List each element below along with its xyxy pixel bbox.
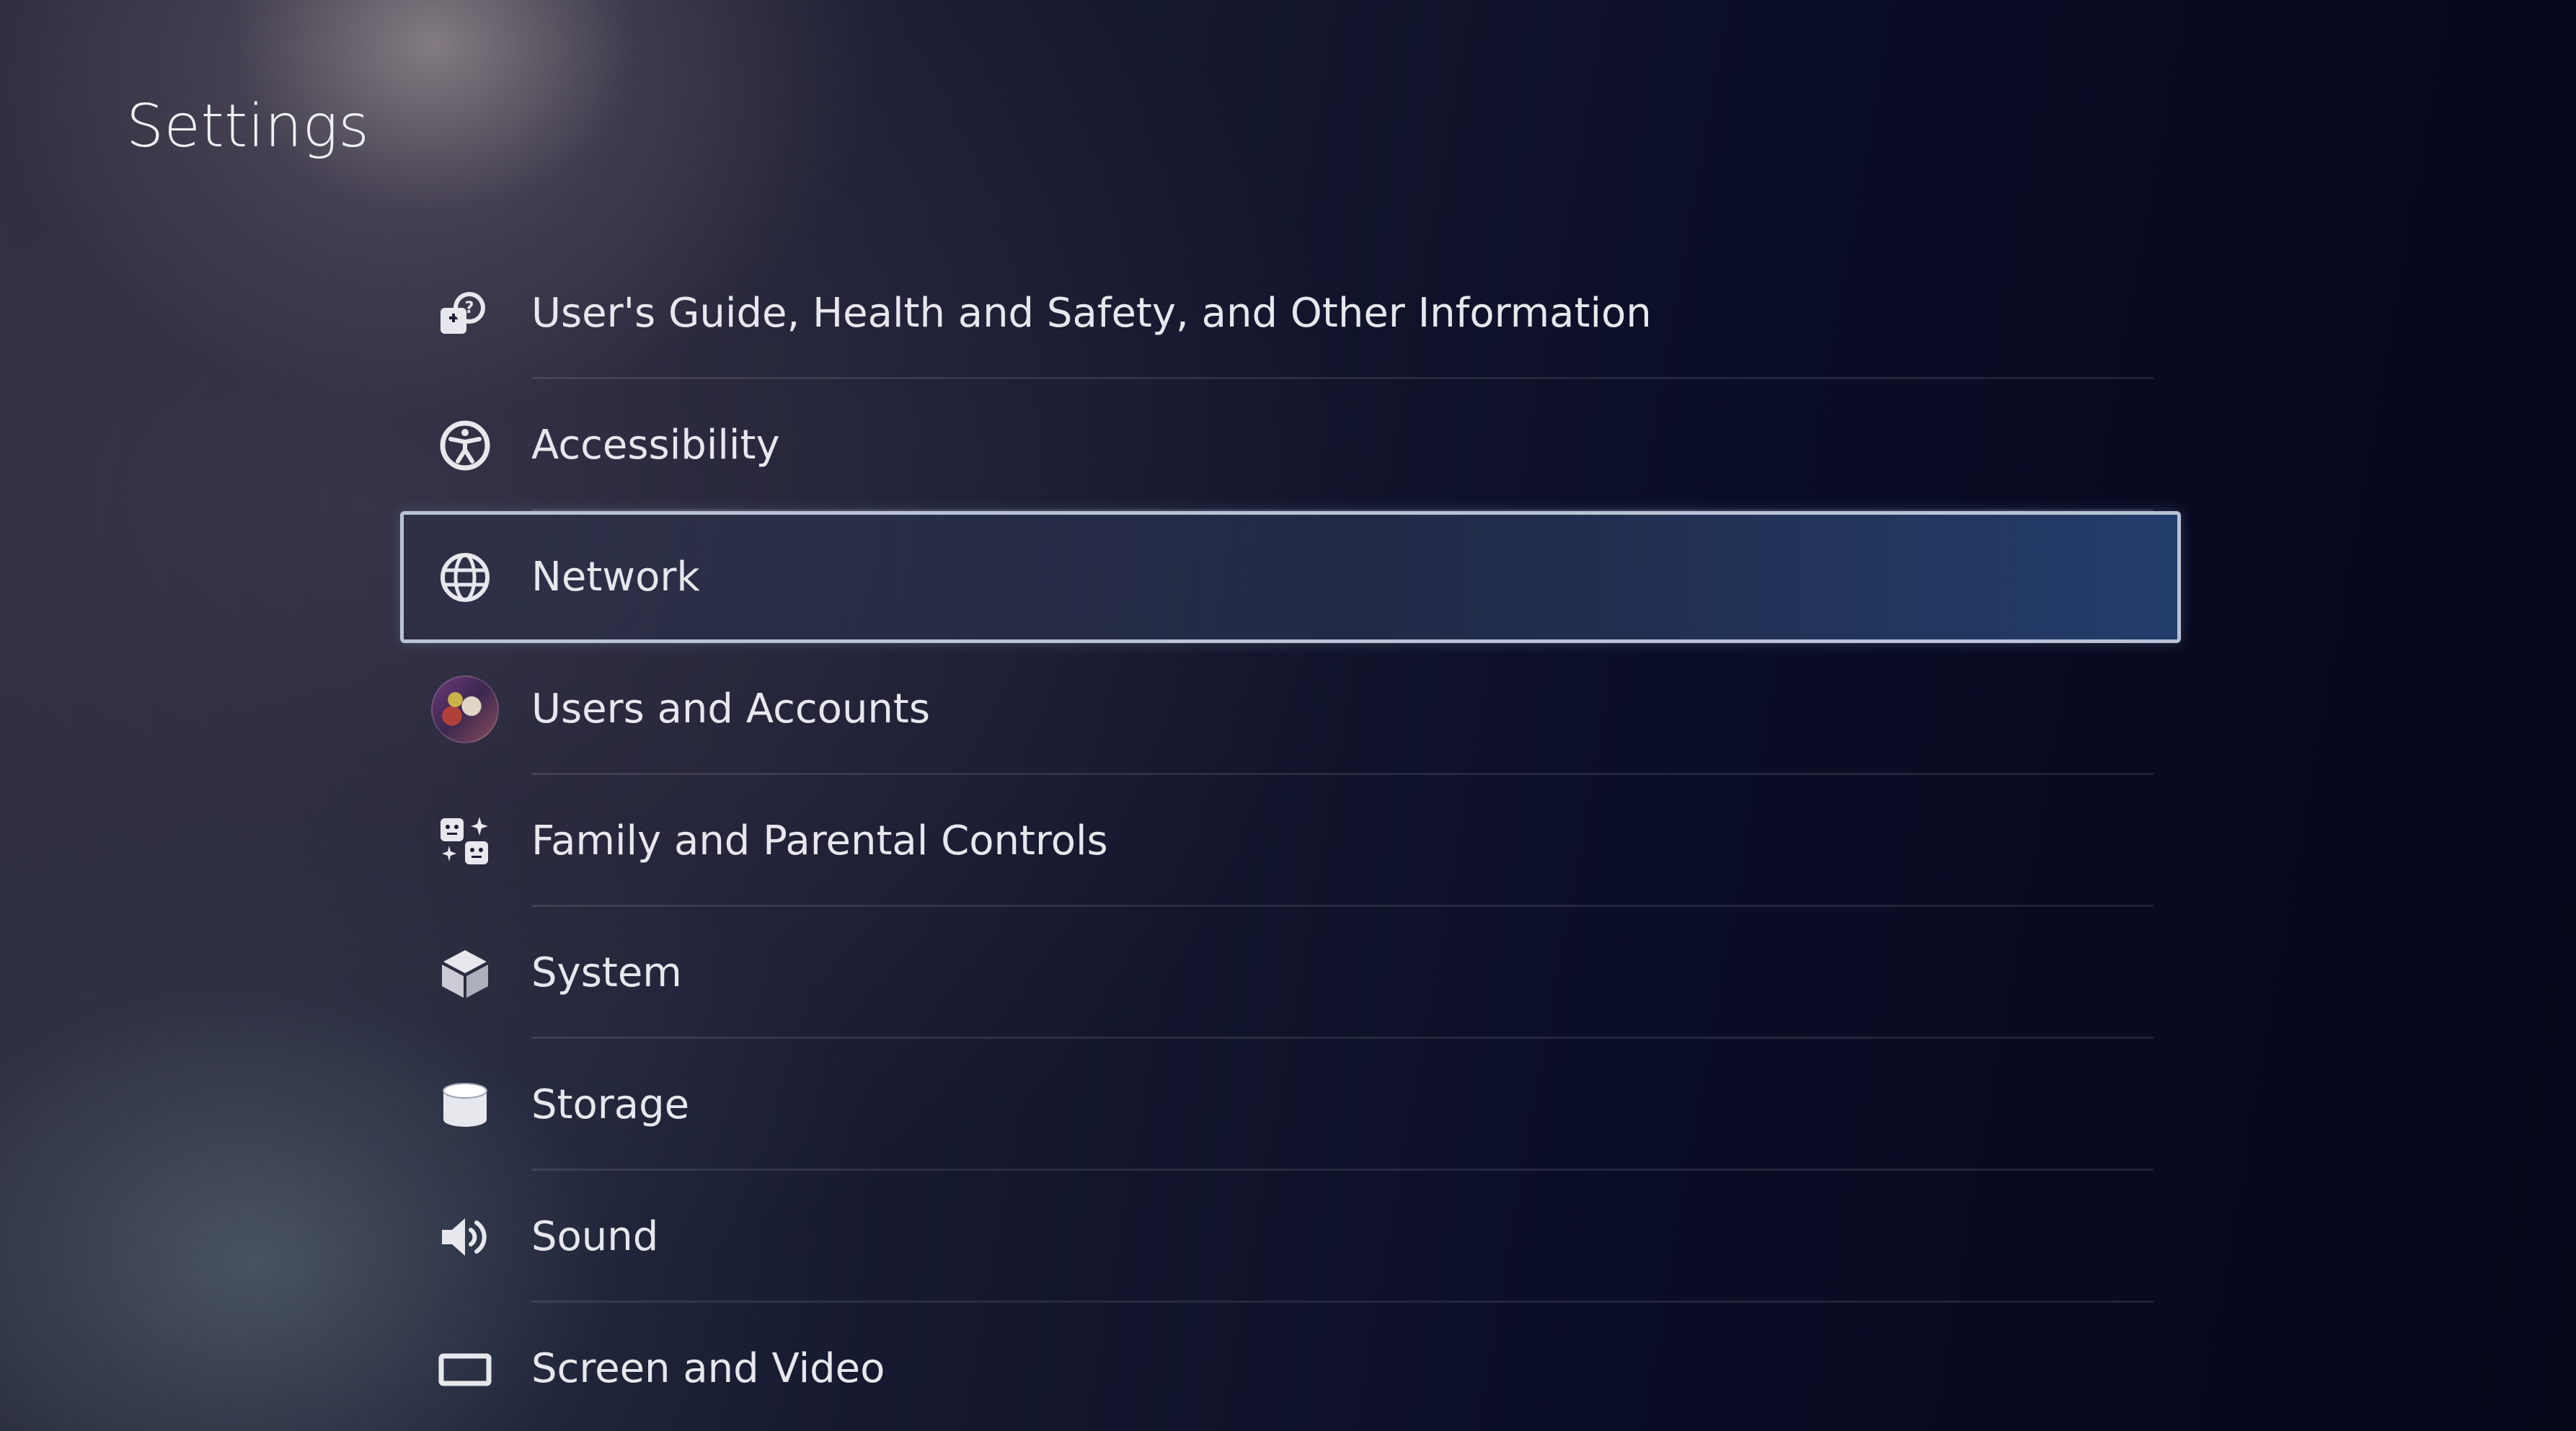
menu-item-label: Accessibility <box>531 422 780 469</box>
menu-item-system[interactable]: System <box>400 907 2181 1039</box>
speaker-icon <box>429 1210 501 1264</box>
menu-item-label: Users and Accounts <box>531 686 931 732</box>
page-title: Settings <box>126 92 370 161</box>
cube-icon <box>429 946 501 1001</box>
info-guide-icon: ? <box>429 286 501 341</box>
screen-icon <box>429 1342 501 1396</box>
menu-item-family-parental[interactable]: Family and Parental Controls <box>400 775 2181 907</box>
menu-item-sound[interactable]: Sound <box>400 1171 2181 1303</box>
menu-item-label: User's Guide, Health and Safety, and Oth… <box>531 290 1652 337</box>
menu-item-users-accounts[interactable]: Users and Accounts <box>400 643 2181 775</box>
menu-item-label: Storage <box>531 1081 690 1128</box>
svg-text:?: ? <box>465 299 474 317</box>
menu-item-label: Sound <box>531 1213 659 1260</box>
menu-item-users-guide[interactable]: ? User's Guide, Health and Safety, and O… <box>400 247 2181 379</box>
settings-menu: ? User's Guide, Health and Safety, and O… <box>400 247 2181 1431</box>
avatar <box>431 675 499 743</box>
user-avatar <box>429 675 501 743</box>
menu-item-storage[interactable]: Storage <box>400 1039 2181 1171</box>
menu-item-label: System <box>531 949 682 996</box>
family-icon <box>429 814 501 869</box>
accessibility-icon <box>429 418 501 473</box>
menu-item-screen-video[interactable]: Screen and Video <box>400 1303 2181 1431</box>
menu-item-label: Screen and Video <box>531 1345 885 1392</box>
menu-item-label: Network <box>531 554 700 601</box>
menu-item-accessibility[interactable]: Accessibility <box>400 379 2181 511</box>
menu-item-label: Family and Parental Controls <box>531 818 1108 864</box>
globe-icon <box>429 550 501 605</box>
storage-icon <box>429 1078 501 1133</box>
menu-item-network[interactable]: Network <box>400 511 2181 643</box>
